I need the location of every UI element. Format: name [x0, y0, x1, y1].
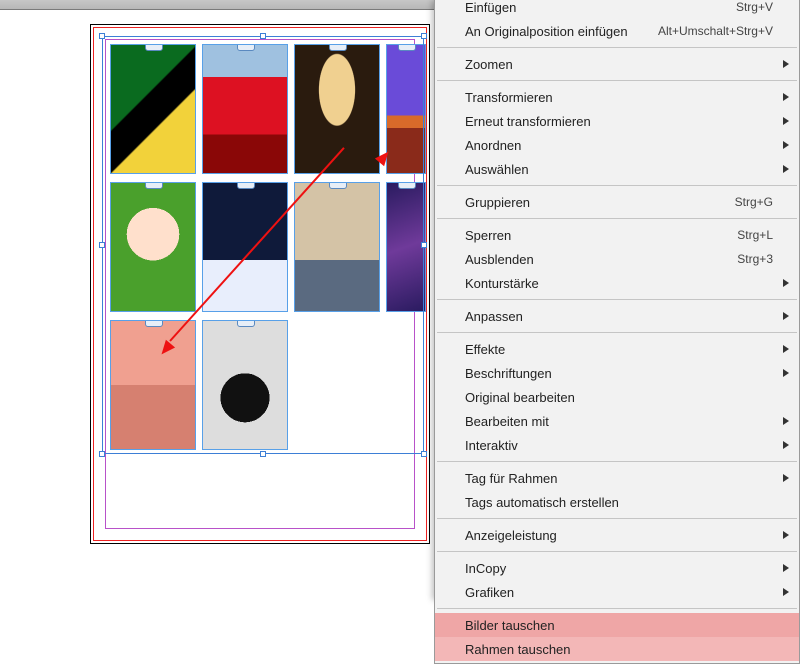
menu-item-label: Tag für Rahmen	[465, 471, 558, 486]
menu-item-tags-automatisch[interactable]: Tags automatisch erstellen	[435, 490, 799, 514]
context-menu: Einfügen Strg+V An Originalposition einf…	[434, 0, 800, 664]
menu-item-bilder-tauschen[interactable]: Bilder tauschen	[435, 613, 799, 637]
menu-item-label: Effekte	[465, 342, 505, 357]
image-thumb-cat	[295, 183, 379, 311]
menu-item-incopy[interactable]: InCopy	[435, 556, 799, 580]
menu-item-beschriftungen[interactable]: Beschriftungen	[435, 361, 799, 385]
image-frame[interactable]	[110, 182, 196, 312]
menu-item-shortcut: Strg+L	[737, 228, 773, 242]
menu-item-label: Anordnen	[465, 138, 521, 153]
image-thumb-drums	[387, 183, 425, 311]
menu-item-label: Rahmen tauschen	[465, 642, 571, 657]
menu-item-label: Grafiken	[465, 585, 514, 600]
menu-item-anpassen[interactable]: Anpassen	[435, 304, 799, 328]
menu-item-label: An Originalposition einfügen	[465, 24, 628, 39]
menu-item-shortcut: Strg+V	[736, 0, 773, 14]
menu-item-anordnen[interactable]: Anordnen	[435, 133, 799, 157]
page-margin-guides	[105, 39, 415, 529]
menu-item-label: Anpassen	[465, 309, 523, 324]
menu-separator	[437, 518, 797, 519]
menu-item-label: Interaktiv	[465, 438, 518, 453]
menu-item-grafiken[interactable]: Grafiken	[435, 580, 799, 604]
menu-separator	[437, 218, 797, 219]
menu-separator	[437, 80, 797, 81]
image-thumb-elephant	[111, 321, 195, 449]
menu-item-zoomen[interactable]: Zoomen	[435, 52, 799, 76]
image-frame[interactable]	[110, 44, 196, 174]
menu-item-label: Original bearbeiten	[465, 390, 575, 405]
image-frame[interactable]	[202, 44, 288, 174]
image-thumb-motorbike	[203, 321, 287, 449]
menu-item-einfugen[interactable]: Einfügen Strg+V	[435, 0, 799, 19]
menu-item-label: Bilder tauschen	[465, 618, 555, 633]
menu-item-label: Tags automatisch erstellen	[465, 495, 619, 510]
menu-item-interaktiv[interactable]: Interaktiv	[435, 433, 799, 457]
menu-item-label: Beschriftungen	[465, 366, 552, 381]
menu-item-label: Gruppieren	[465, 195, 530, 210]
menu-item-label: Sperren	[465, 228, 511, 243]
menu-item-label: InCopy	[465, 561, 506, 576]
image-frame[interactable]	[202, 320, 288, 450]
image-frame[interactable]	[294, 182, 380, 312]
menu-item-bearbeiten-mit[interactable]: Bearbeiten mit	[435, 409, 799, 433]
menu-item-label: Ausblenden	[465, 252, 534, 267]
menu-item-transformieren[interactable]: Transformieren	[435, 85, 799, 109]
image-frame[interactable]	[110, 320, 196, 450]
menu-item-gruppieren[interactable]: Gruppieren Strg+G	[435, 190, 799, 214]
image-frame[interactable]	[386, 182, 426, 312]
menu-item-tag-fuer-rahmen[interactable]: Tag für Rahmen	[435, 466, 799, 490]
menu-item-anzeigeleistung[interactable]: Anzeigeleistung	[435, 523, 799, 547]
menu-item-shortcut: Alt+Umschalt+Strg+V	[658, 24, 773, 38]
menu-separator	[437, 185, 797, 186]
menu-item-original-bearbeiten[interactable]: Original bearbeiten	[435, 385, 799, 409]
menu-item-auswaehlen[interactable]: Auswählen	[435, 157, 799, 181]
menu-item-label: Erneut transformieren	[465, 114, 591, 129]
menu-item-label: Zoomen	[465, 57, 513, 72]
menu-item-ausblenden[interactable]: Ausblenden Strg+3	[435, 247, 799, 271]
menu-item-shortcut: Strg+3	[737, 252, 773, 266]
menu-separator	[437, 332, 797, 333]
menu-item-an-originalposition[interactable]: An Originalposition einfügen Alt+Umschal…	[435, 19, 799, 43]
menu-item-label: Bearbeiten mit	[465, 414, 549, 429]
menu-item-sperren[interactable]: Sperren Strg+L	[435, 223, 799, 247]
menu-separator	[437, 608, 797, 609]
menu-item-label: Einfügen	[465, 0, 516, 15]
page-outline	[90, 24, 430, 544]
menu-item-label: Konturstärke	[465, 276, 539, 291]
image-thumb-sunset	[387, 45, 425, 173]
menu-item-label: Transformieren	[465, 90, 553, 105]
menu-separator	[437, 47, 797, 48]
menu-item-effekte[interactable]: Effekte	[435, 337, 799, 361]
image-thumb-toucan	[111, 45, 195, 173]
menu-separator	[437, 551, 797, 552]
menu-item-label: Anzeigeleistung	[465, 528, 557, 543]
menu-item-rahmen-tauschen[interactable]: Rahmen tauschen	[435, 637, 799, 661]
menu-item-label: Auswählen	[465, 162, 529, 177]
image-thumb-baby	[111, 183, 195, 311]
menu-item-konturstaerke[interactable]: Konturstärke	[435, 271, 799, 295]
menu-item-shortcut: Strg+G	[735, 195, 773, 209]
menu-item-erneut-transformieren[interactable]: Erneut transformieren	[435, 109, 799, 133]
menu-separator	[437, 461, 797, 462]
image-thumb-woman-car	[203, 45, 287, 173]
menu-separator	[437, 299, 797, 300]
